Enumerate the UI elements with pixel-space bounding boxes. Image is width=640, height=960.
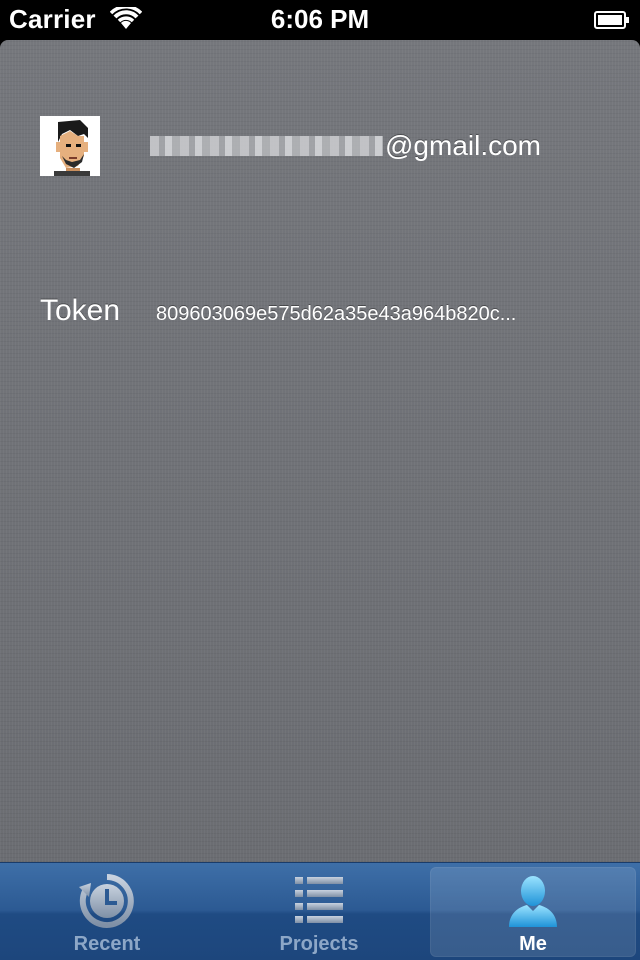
email-domain: @gmail.com (385, 130, 542, 161)
person-icon (509, 876, 557, 927)
email-address: @gmail.com (150, 128, 541, 164)
profile-panel: @gmail.com Token 809603069e575d62a35e43a… (0, 40, 640, 862)
list-icon (295, 877, 343, 923)
tab-recent-label: Recent (73, 933, 141, 955)
token-label: Token (40, 294, 121, 327)
status-time: 6:06 PM (270, 4, 370, 34)
tab-projects[interactable]: Projects (216, 867, 422, 957)
clock-history-icon (79, 874, 134, 928)
tab-projects-label: Projects (279, 933, 359, 955)
email-redacted-part (150, 136, 383, 156)
token-value[interactable]: 809603069e575d62a35e43a964b820c... (156, 303, 516, 326)
tab-me-label: Me (519, 933, 547, 955)
battery-icon (594, 11, 629, 29)
tab-recent[interactable]: Recent (4, 867, 210, 957)
avatar (40, 116, 100, 176)
status-bar: Carrier 6:06 PM (0, 0, 640, 40)
phone-screen: Carrier 6:06 PM @gmail.com Token 8096030… (0, 0, 640, 960)
tab-me[interactable]: Me (430, 867, 636, 957)
tab-bar: Recent Projects Me (0, 862, 640, 960)
